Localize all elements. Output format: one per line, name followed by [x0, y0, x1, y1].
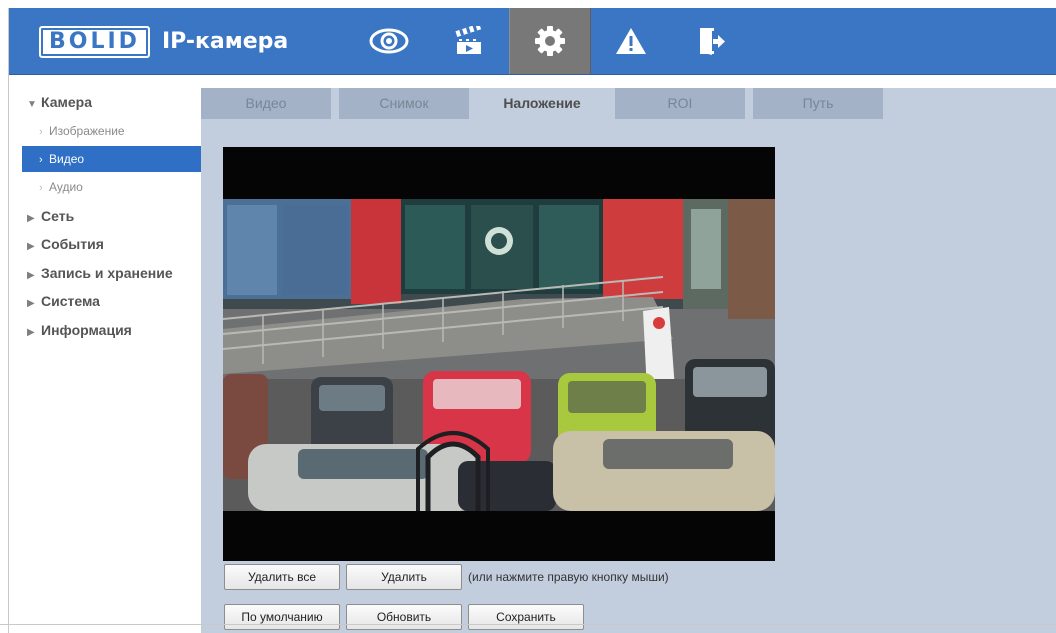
- default-button[interactable]: По умолчанию: [224, 604, 340, 630]
- content-panel: Видео Снимок Наложение ROI Путь Удалить …: [201, 88, 1056, 633]
- tab-bar: Видео Снимок Наложение ROI Путь: [201, 88, 891, 119]
- sidebar-item-label: Камера: [41, 94, 92, 110]
- sidebar-item-label: Информация: [41, 321, 132, 338]
- sidebar-subitem-label: Аудио: [49, 180, 83, 194]
- video-preview[interactable]: [223, 147, 775, 561]
- sidebar-item-label: Запись и хранение: [41, 264, 173, 281]
- settings-sidebar: ▼ Камера › Изображение › Видео › Аудио ▶ Сеть…: [9, 88, 201, 344]
- bottom-divider: [0, 624, 1056, 625]
- sidebar-subitem-label: Изображение: [49, 123, 125, 138]
- nav-live-view[interactable]: [349, 8, 429, 74]
- gear-icon: [535, 26, 565, 56]
- top-header: BOLID IP-камера: [9, 8, 1056, 75]
- chevron-right-icon: ›: [39, 182, 43, 194]
- collapsed-arrow-icon: ▶: [27, 212, 35, 224]
- eye-icon: [369, 28, 409, 54]
- save-button[interactable]: Сохранить: [468, 604, 584, 630]
- sidebar-item-information[interactable]: ▶ Информация: [9, 316, 201, 345]
- app-frame: BOLID IP-камера ▼ Камера › Изображение ›…: [8, 8, 1056, 633]
- sidebar-subitem-label: Видео: [49, 152, 85, 166]
- button-row-actions: По умолчанию Обновить Сохранить: [224, 604, 590, 630]
- collapsed-arrow-icon: ▶: [27, 298, 35, 309]
- tab-video[interactable]: Видео: [201, 88, 331, 119]
- collapsed-arrow-icon: ▶: [27, 269, 35, 281]
- delete-button[interactable]: Удалить: [346, 564, 462, 590]
- collapsed-arrow-icon: ▶: [27, 241, 35, 252]
- sidebar-item-camera[interactable]: ▼ Камера: [9, 88, 201, 117]
- camera-image: [223, 199, 775, 511]
- tab-overlay[interactable]: Наложение: [477, 88, 607, 119]
- logo-brand: BOLID: [39, 26, 150, 58]
- expanded-arrow-icon: ▼: [27, 99, 37, 110]
- nav-alarm[interactable]: [591, 8, 671, 74]
- sidebar-subitem-audio[interactable]: › Аудио: [9, 173, 201, 202]
- sidebar-item-network[interactable]: ▶ Сеть: [9, 202, 201, 231]
- sidebar-subitem-image[interactable]: › Изображение: [9, 117, 201, 146]
- chevron-right-icon: ›: [39, 125, 43, 138]
- warning-icon: [616, 28, 646, 54]
- tab-roi[interactable]: ROI: [615, 88, 745, 119]
- chevron-right-icon: ›: [39, 154, 43, 166]
- sidebar-item-storage[interactable]: ▶ Запись и хранение: [9, 259, 201, 288]
- sidebar-item-label: События: [41, 236, 104, 252]
- sidebar-subitem-video[interactable]: › Видео: [22, 146, 201, 172]
- sidebar-item-label: Сеть: [41, 207, 75, 224]
- sidebar-item-system[interactable]: ▶ Система: [9, 287, 201, 316]
- top-nav: [349, 8, 751, 74]
- logout-icon: [700, 28, 725, 55]
- tab-snapshot[interactable]: Снимок: [339, 88, 469, 119]
- nav-logout[interactable]: [671, 8, 751, 74]
- button-row-edit: Удалить все Удалить (или нажмите правую …: [224, 564, 669, 590]
- sidebar-item-events[interactable]: ▶ События: [9, 230, 201, 259]
- refresh-button[interactable]: Обновить: [346, 604, 462, 630]
- logo-product: IP-камера: [161, 29, 289, 54]
- logo: BOLID IP-камера: [39, 26, 289, 58]
- delete-all-button[interactable]: Удалить все: [224, 564, 340, 590]
- clapperboard-icon: [455, 26, 482, 54]
- nav-settings[interactable]: [509, 8, 591, 74]
- delete-hint: (или нажмите правую кнопку мыши): [468, 570, 669, 584]
- collapsed-arrow-icon: ▶: [27, 326, 35, 338]
- nav-playback[interactable]: [429, 8, 509, 74]
- sidebar-item-label: Система: [41, 293, 100, 309]
- tab-path[interactable]: Путь: [753, 88, 883, 119]
